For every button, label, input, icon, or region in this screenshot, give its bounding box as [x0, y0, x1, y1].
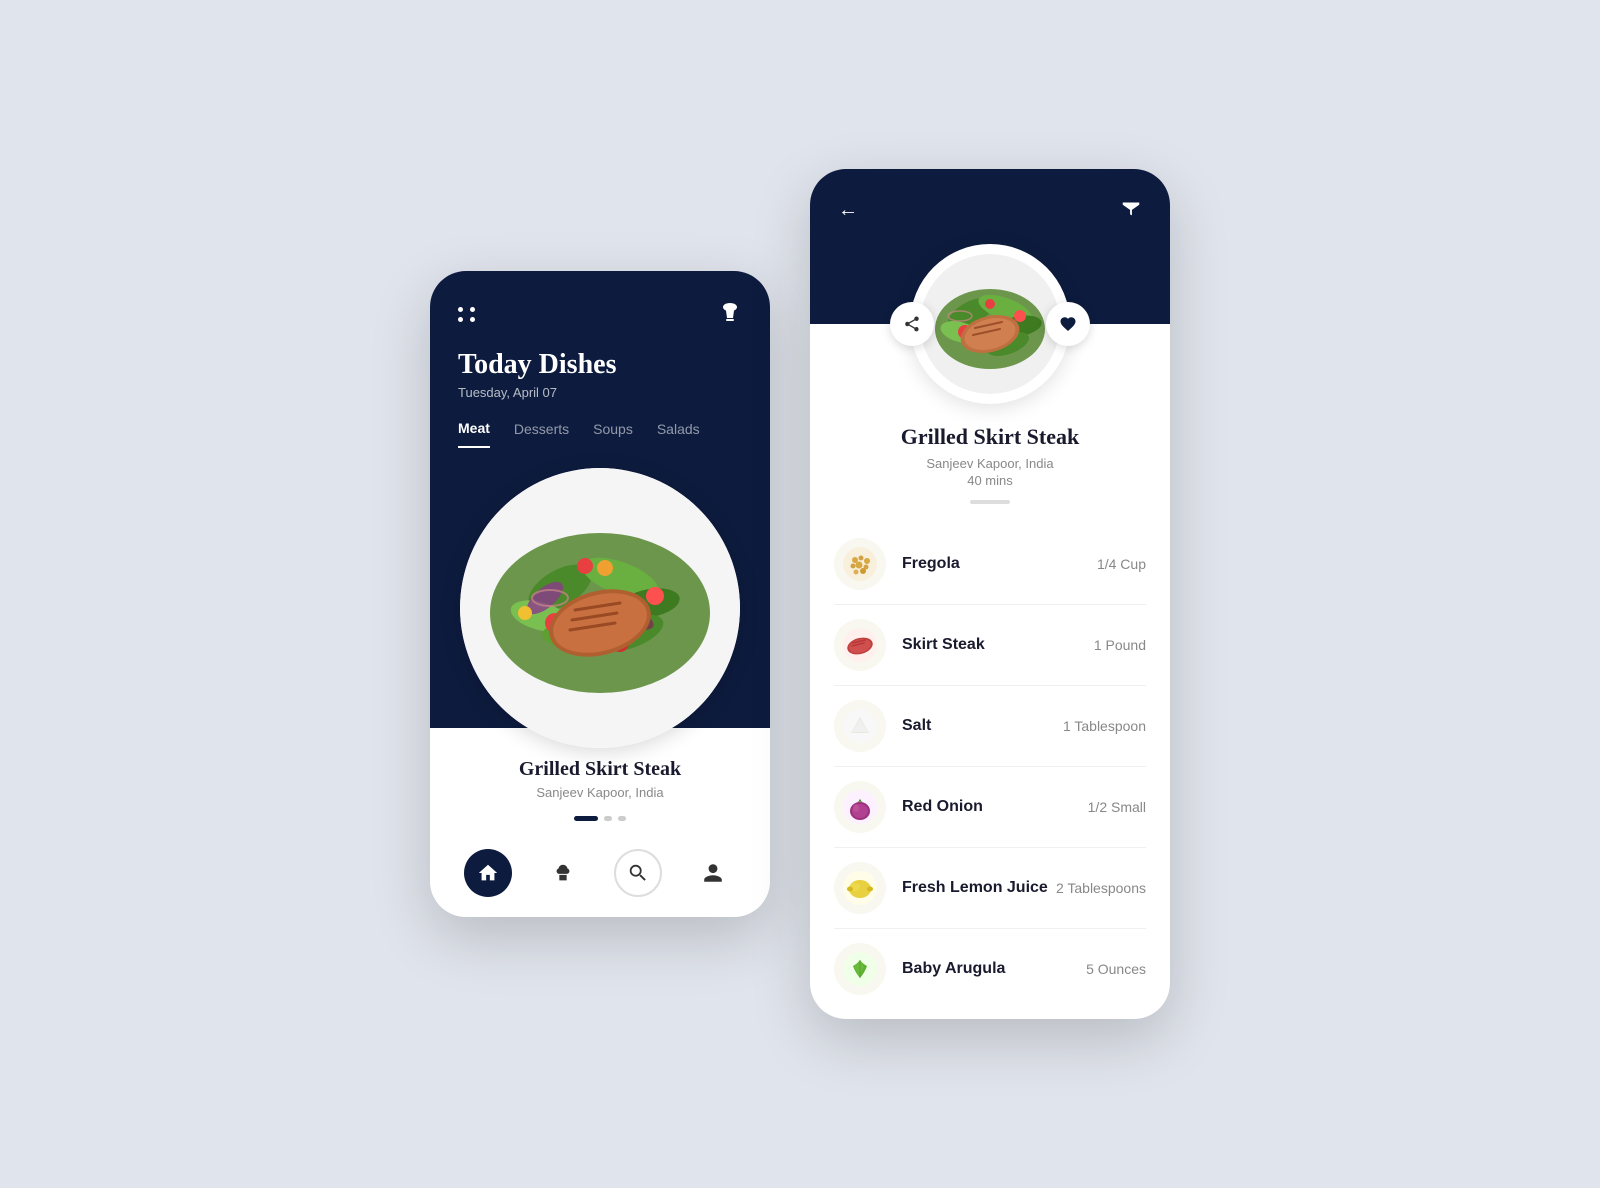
tab-desserts[interactable]: Desserts: [514, 421, 569, 447]
dish-info: Grilled Skirt Steak Sanjeev Kapoor, Indi…: [810, 404, 1170, 514]
page-title: Today Dishes: [458, 349, 742, 381]
salt-name: Salt: [902, 717, 1063, 735]
dish-chef: Sanjeev Kapoor, India: [838, 456, 1142, 471]
fregola-amount: 1/4 Cup: [1097, 556, 1146, 572]
lemon-name: Fresh Lemon Juice: [902, 879, 1056, 897]
red-onion-amount: 1/2 Small: [1088, 799, 1146, 815]
skirt-steak-icon: [834, 619, 886, 671]
skirt-steak-amount: 1 Pound: [1094, 637, 1146, 653]
dish-subtitle: Sanjeev Kapoor, India: [458, 785, 742, 800]
tab-salads[interactable]: Salads: [657, 421, 700, 447]
ingredient-red-onion: Red Onion 1/2 Small: [834, 767, 1146, 848]
dot-active: [574, 816, 598, 821]
ingredient-salt: Salt 1 Tablespoon: [834, 686, 1146, 767]
bottom-navigation: [430, 837, 770, 917]
mortar-icon: [718, 299, 742, 329]
nav-chef-button[interactable]: [539, 849, 587, 897]
phone2: ←: [810, 169, 1170, 1019]
back-button[interactable]: ←: [838, 199, 858, 222]
food-plate: [460, 468, 740, 748]
fregola-name: Fregola: [902, 555, 1097, 573]
dish-name: Grilled Skirt Steak: [458, 758, 742, 781]
ingredients-list: Fregola 1/4 Cup Skirt Steak 1 Pound: [810, 514, 1170, 1019]
share-button[interactable]: [890, 302, 934, 346]
phone1-topbar: [458, 299, 742, 329]
nav-search-button[interactable]: [614, 849, 662, 897]
heart-button[interactable]: [1046, 302, 1090, 346]
phone1-header: Today Dishes Tuesday, April 07 Meat Dess…: [430, 271, 770, 448]
arugula-name: Baby Arugula: [902, 960, 1086, 978]
phone1: Today Dishes Tuesday, April 07 Meat Dess…: [430, 271, 770, 917]
food-plate-2: [910, 244, 1070, 404]
ingredient-baby-arugula: Baby Arugula 5 Ounces: [834, 929, 1146, 1009]
fregola-icon: [834, 538, 886, 590]
filter-icon[interactable]: [1120, 197, 1142, 224]
arugula-icon: [834, 943, 886, 995]
plate2-food: [920, 254, 1060, 394]
chef-icon: [552, 862, 574, 884]
dish-time: 40 mins: [838, 473, 1142, 488]
salt-amount: 1 Tablespoon: [1063, 718, 1146, 734]
tab-soups[interactable]: Soups: [593, 421, 633, 447]
ingredient-fregola: Fregola 1/4 Cup: [834, 524, 1146, 605]
lemon-icon: [834, 862, 886, 914]
tabs-row: Meat Desserts Soups Salads: [458, 420, 742, 448]
dot-1: [604, 816, 612, 821]
dish-name-2: Grilled Skirt Steak: [838, 424, 1142, 450]
drag-handle: [970, 500, 1010, 504]
plate-container: [430, 448, 770, 728]
menu-icon[interactable]: [458, 307, 476, 322]
nav-home-button[interactable]: [464, 849, 512, 897]
phone2-topbar: ←: [838, 197, 1142, 224]
arugula-amount: 5 Ounces: [1086, 961, 1146, 977]
home-icon: [477, 862, 499, 884]
tab-meat[interactable]: Meat: [458, 420, 490, 448]
plate2-wrapper: [810, 244, 1170, 404]
lemon-amount: 2 Tablespoons: [1056, 880, 1146, 896]
salt-icon: [834, 700, 886, 752]
red-onion-name: Red Onion: [902, 798, 1088, 816]
pagination-dots: [458, 816, 742, 821]
ingredient-fresh-lemon: Fresh Lemon Juice 2 Tablespoons: [834, 848, 1146, 929]
user-icon: [702, 862, 724, 884]
dot-2: [618, 816, 626, 821]
page-date: Tuesday, April 07: [458, 385, 742, 400]
ingredient-skirt-steak: Skirt Steak 1 Pound: [834, 605, 1146, 686]
red-onion-icon: [834, 781, 886, 833]
nav-profile-button[interactable]: [689, 849, 737, 897]
skirt-steak-name: Skirt Steak: [902, 636, 1094, 654]
search-icon: [627, 862, 649, 884]
